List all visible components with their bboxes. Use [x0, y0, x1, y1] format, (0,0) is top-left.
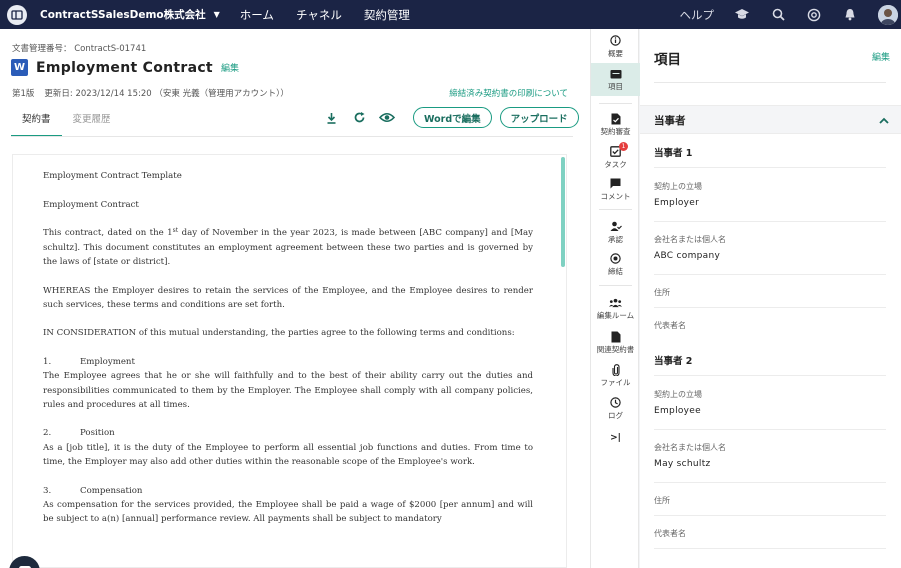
- preview-eye-icon[interactable]: [379, 110, 395, 126]
- company-dropdown-icon[interactable]: ▼: [214, 10, 220, 19]
- print-info-link[interactable]: 締結済み契約書の印刷について: [449, 87, 568, 99]
- document-scrollbar[interactable]: [561, 157, 565, 267]
- party-1-address-label: 住所: [654, 288, 670, 297]
- party-1-name-value: ABC company: [654, 251, 721, 261]
- download-icon[interactable]: [323, 110, 339, 126]
- graduation-cap-icon[interactable]: [734, 7, 750, 23]
- company-name[interactable]: ContractSSalesDemo株式会社: [40, 7, 206, 22]
- version-label: 第1版: [12, 89, 35, 99]
- party-2-heading: 当事者 2: [654, 356, 693, 367]
- party-2-role-label: 契約上の立場: [654, 390, 702, 399]
- folder-icon: [609, 67, 622, 80]
- nav-contract-management[interactable]: 契約管理: [364, 7, 410, 23]
- party-2-address-label: 住所: [654, 496, 670, 505]
- collapse-icon: >|: [610, 433, 621, 443]
- rail-edit-room[interactable]: 編集ルーム: [591, 296, 640, 321]
- party-1-name-label: 会社名または個人名: [654, 235, 726, 244]
- icon-rail: 概要 項目 契約審査 1 タスク コメント 承認 締結 編集ルーム 関連契約書 …: [590, 29, 640, 568]
- nav-home[interactable]: ホーム: [240, 7, 274, 23]
- party-2-role-value: Employee: [654, 406, 701, 416]
- doc-heading: Employment Contract: [43, 199, 139, 210]
- help-link[interactable]: ヘルプ: [680, 7, 715, 23]
- info-icon: [609, 34, 622, 47]
- task-count-badge: 1: [619, 142, 628, 151]
- rail-items[interactable]: 項目: [591, 63, 640, 96]
- related-document-icon: [609, 330, 622, 343]
- company-logo-icon[interactable]: [7, 4, 27, 25]
- tab-history[interactable]: 変更履歴: [62, 108, 122, 137]
- doc-heading-template: Employment Contract Template: [43, 171, 182, 181]
- clock-icon: [609, 396, 622, 409]
- top-bar: ContractSSalesDemo株式会社 ▼ ホーム チャネル 契約管理 ヘ…: [0, 0, 901, 29]
- chevron-up-icon[interactable]: [879, 114, 889, 127]
- party-2-name-value: May schultz: [654, 459, 711, 469]
- doc-section-compensation: 3. Compensation As compensation for the s…: [43, 485, 533, 524]
- party-2-name-label: 会社名または個人名: [654, 443, 726, 452]
- user-avatar[interactable]: [878, 4, 898, 25]
- upload-button[interactable]: アップロード: [499, 107, 579, 128]
- edit-title-link[interactable]: 編集: [221, 61, 239, 74]
- search-icon[interactable]: [770, 7, 786, 23]
- fields-panel: 項目 編集 当事者 当事者 1 契約上の立場 Employer 会社名または個人…: [640, 29, 901, 568]
- nav-channel[interactable]: チャネル: [296, 7, 342, 23]
- group-icon: [609, 296, 622, 309]
- doc-paragraph-consideration: IN CONSIDERATION of this mutual understa…: [43, 328, 515, 339]
- bell-icon[interactable]: [842, 7, 858, 23]
- paperclip-icon: [609, 363, 622, 376]
- doc-section-position: 2. Position As a [job title], it is the d…: [43, 428, 533, 467]
- document-title: Employment Contract: [36, 59, 213, 76]
- comment-icon: [609, 177, 622, 190]
- document-number: 文書管理番号： ContractS-01741: [12, 44, 147, 54]
- rail-review[interactable]: 契約審査: [591, 112, 640, 137]
- approval-person-icon: [609, 220, 622, 233]
- party-1-representative-label: 代表者名: [654, 321, 686, 330]
- panel-title: 項目: [654, 52, 681, 68]
- parties-section-header[interactable]: 当事者: [640, 105, 901, 134]
- panel-edit-link[interactable]: 編集: [872, 50, 890, 63]
- document-panel: 文書管理番号： ContractS-01741 W Employment Con…: [0, 29, 590, 568]
- document-review-icon: [609, 112, 622, 125]
- party-1-role-value: Employer: [654, 198, 700, 208]
- rail-comment[interactable]: コメント: [591, 177, 640, 202]
- tab-contract[interactable]: 契約書: [11, 108, 62, 137]
- mention-icon[interactable]: [806, 7, 822, 23]
- party-2-representative-label: 代表者名: [654, 529, 686, 538]
- rail-files[interactable]: ファイル: [591, 363, 640, 388]
- word-edit-button[interactable]: Wordで編集: [413, 107, 492, 128]
- rail-approval[interactable]: 承認: [591, 220, 640, 245]
- rail-task[interactable]: 1 タスク: [591, 142, 640, 170]
- party-1-role-label: 契約上の立場: [654, 182, 702, 191]
- refresh-icon[interactable]: [351, 110, 367, 126]
- doc-paragraph-intro: This contract, dated on the 1st day of N…: [43, 227, 533, 267]
- parties-section-label: 当事者: [654, 115, 686, 127]
- doc-section-employment: 1. Employment The Employee agrees that he…: [43, 357, 533, 410]
- rail-overview[interactable]: 概要: [591, 34, 640, 59]
- party-1-heading: 当事者 1: [654, 148, 693, 159]
- seal-icon: [609, 252, 622, 265]
- rail-collapse-button[interactable]: >|: [591, 433, 640, 443]
- rail-related-contracts[interactable]: 関連契約書: [591, 330, 640, 355]
- main-nav: ホーム チャネル 契約管理: [240, 7, 410, 23]
- rail-log[interactable]: ログ: [591, 396, 640, 421]
- doc-paragraph-whereas: WHEREAS the Employer desires to retain t…: [43, 285, 533, 310]
- updated-label: 更新日: 2023/12/14 15:20 （安東 光義（管理用アカウント））: [44, 89, 289, 99]
- word-file-icon: W: [11, 59, 28, 76]
- document-viewer[interactable]: Employment Contract Template Employment …: [12, 154, 567, 568]
- rail-execution[interactable]: 締結: [591, 252, 640, 277]
